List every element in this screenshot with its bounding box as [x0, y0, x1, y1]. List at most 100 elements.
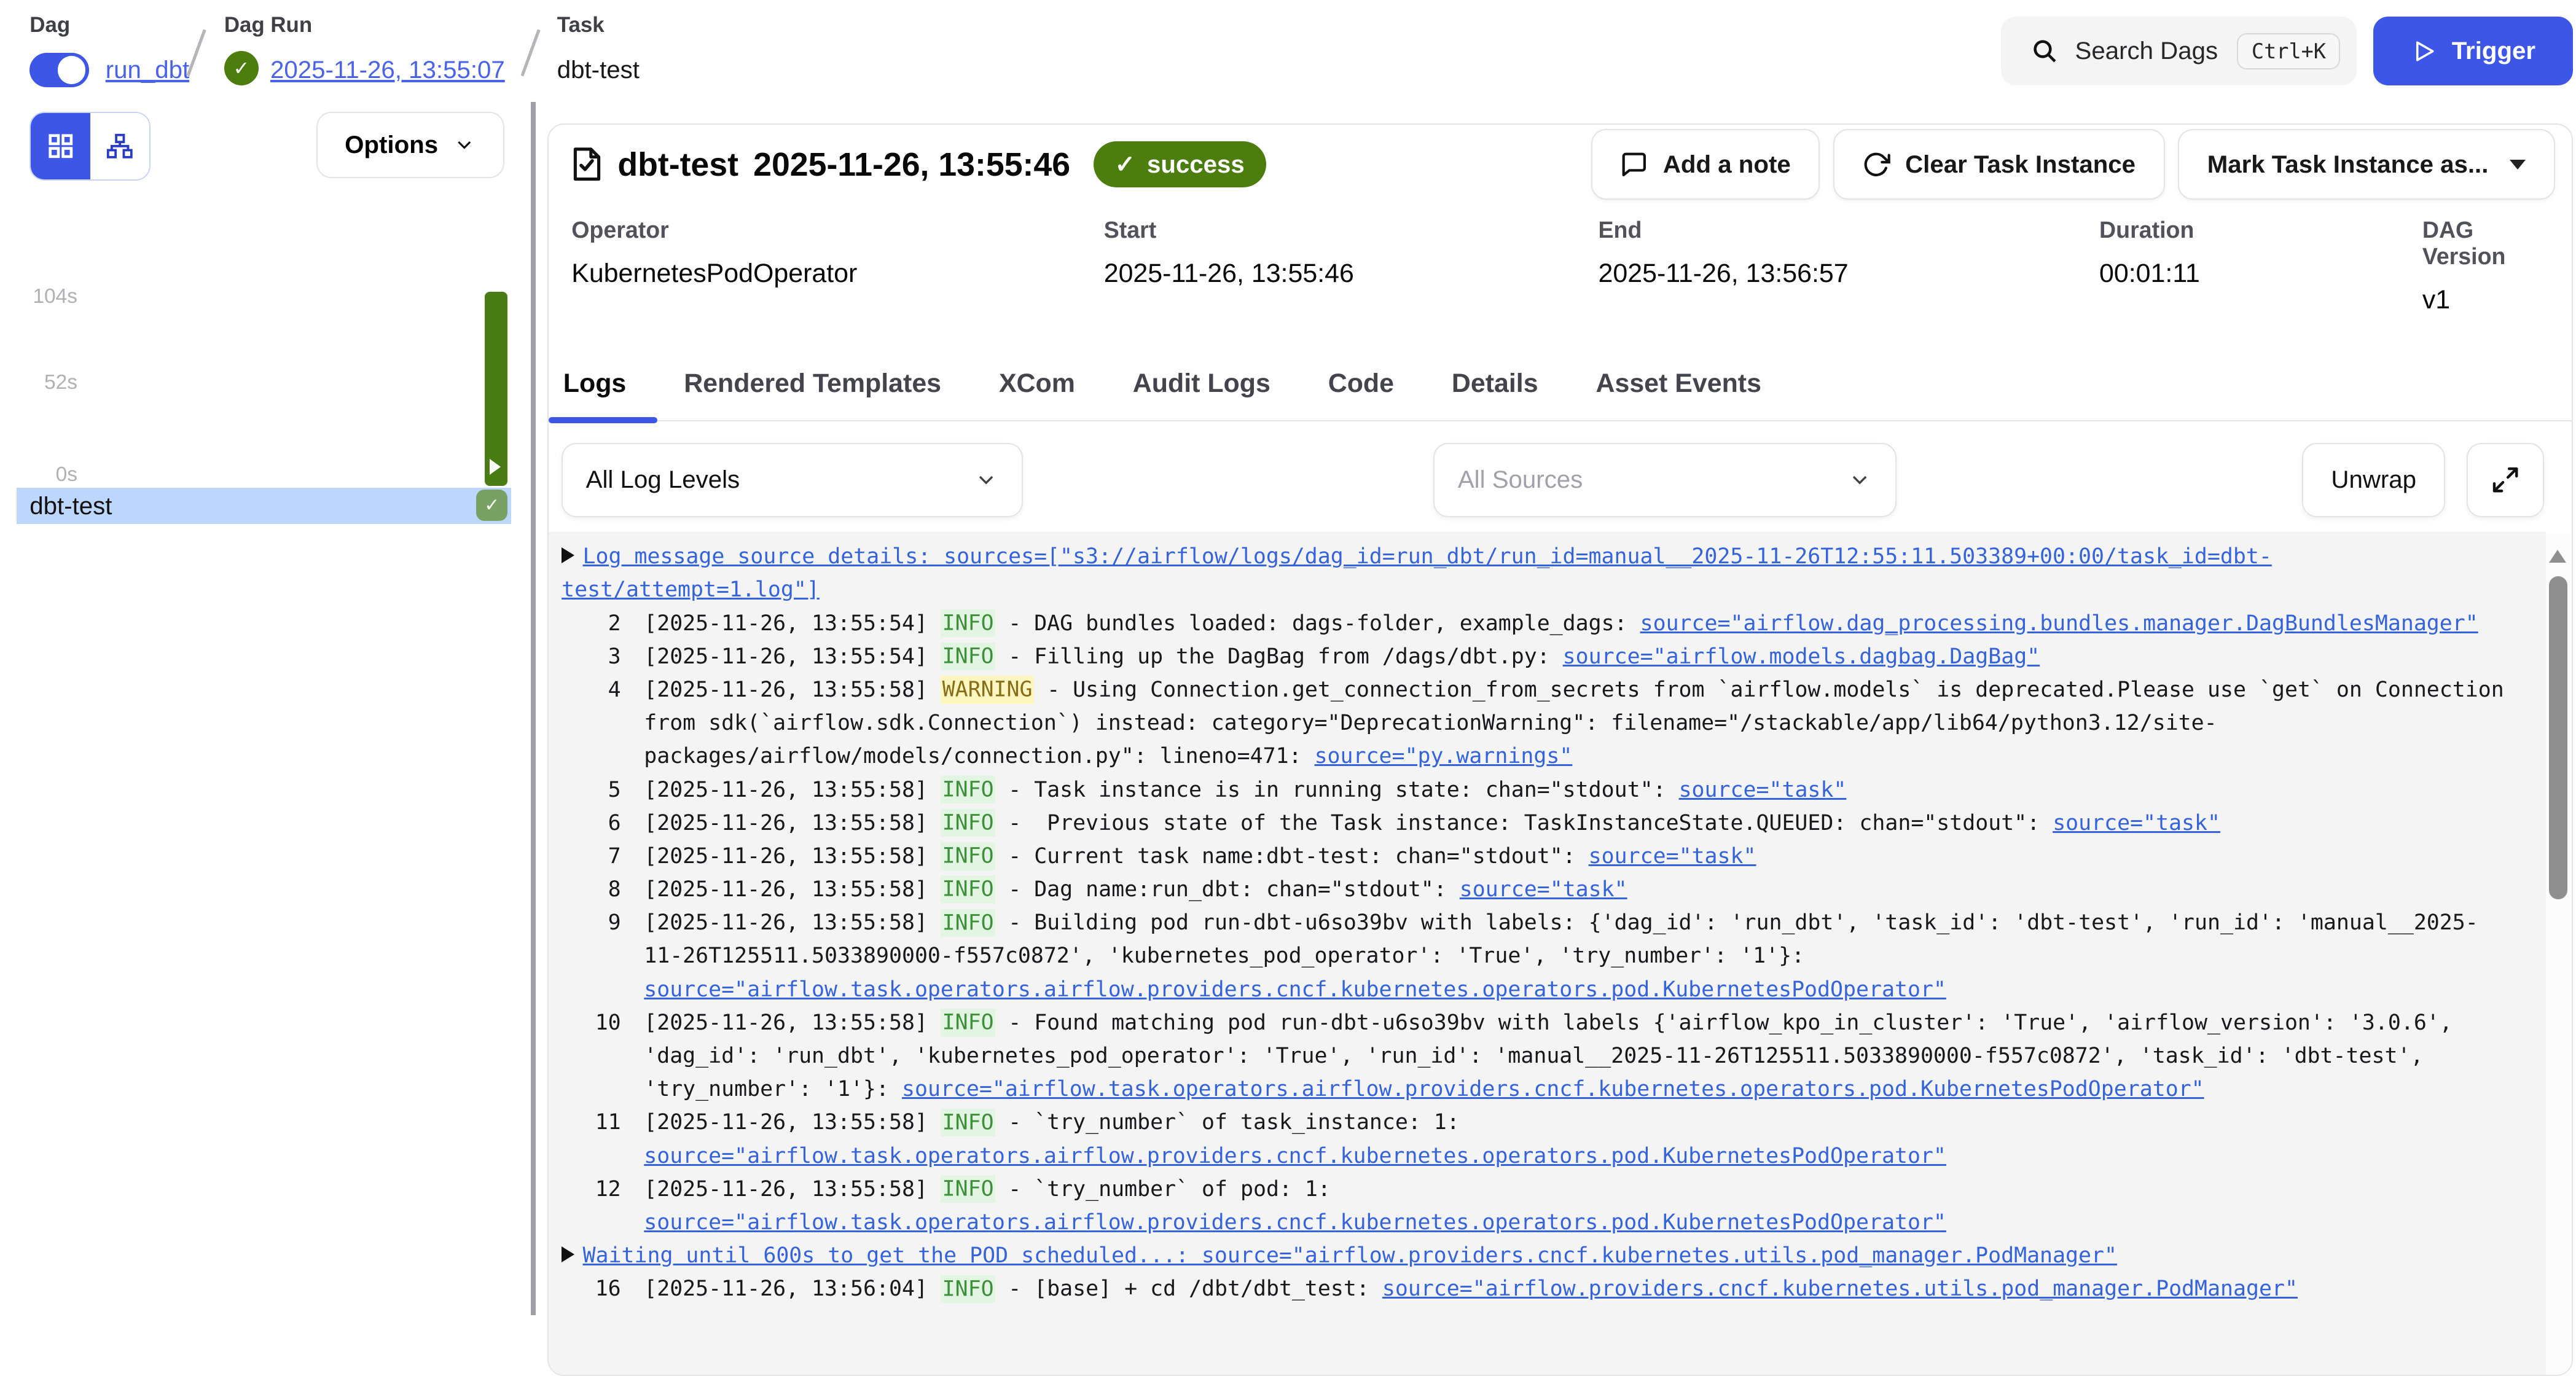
dag-run-crumb-label: Dag Run — [224, 13, 312, 37]
log-line-content: [2025-11-26, 13:55:58] WARNING - Using C… — [644, 673, 2505, 773]
log-lines: Log message source details: sources=["s3… — [562, 540, 2505, 1305]
trigger-button[interactable]: Trigger — [2373, 17, 2573, 86]
log-group-toggle-icon[interactable] — [562, 547, 574, 563]
scroll-up-arrow-icon[interactable] — [2549, 550, 2566, 563]
log-source-link[interactable]: source="task" — [1460, 877, 1627, 902]
meta-value: KubernetesPodOperator — [571, 259, 1104, 289]
dag-pause-toggle[interactable] — [29, 53, 89, 87]
sidebar-task-row[interactable]: dbt-test ✓ — [17, 488, 511, 524]
task-meta-row: OperatorKubernetesPodOperatorStart2025-1… — [571, 217, 2551, 315]
log-source-select[interactable]: All Sources — [1433, 443, 1897, 517]
log-text: [2025-11-26, 13:55:58] — [644, 1177, 941, 1202]
clear-task-instance-button[interactable]: Clear Task Instance — [1833, 129, 2165, 200]
toggle-knob — [58, 56, 86, 84]
log-line-content: [2025-11-26, 13:55:58] INFO - Current ta… — [644, 840, 2505, 873]
log-line: 2[2025-11-26, 13:55:54] INFO - DAG bundl… — [562, 607, 2505, 640]
log-source-link[interactable]: source="task" — [1679, 778, 1847, 802]
play-icon — [2411, 38, 2437, 64]
log-line-number: 6 — [562, 807, 621, 840]
grid-view-button[interactable] — [31, 113, 90, 179]
meta-value: 2025-11-26, 13:55:46 — [1104, 259, 1599, 289]
tab-xcom[interactable]: XCom — [999, 369, 1075, 399]
graph-icon — [106, 132, 134, 160]
log-level-info: INFO — [941, 776, 995, 803]
play-marker-icon — [490, 459, 501, 475]
log-level-info: INFO — [941, 1109, 995, 1136]
log-source-link[interactable]: Waiting until 600s to get the POD schedu… — [583, 1243, 2117, 1268]
log-line-content: [2025-11-26, 13:55:58] INFO - `try_numbe… — [644, 1173, 2505, 1239]
log-level-info: INFO — [941, 643, 995, 670]
log-source-link[interactable]: source="airflow.task.operators.airflow.p… — [644, 1210, 1946, 1235]
log-text: - `try_number` of pod: 1: — [995, 1177, 1344, 1202]
log-text: - Filling up the DagBag from /dags/dbt.p… — [995, 644, 1562, 669]
chevron-down-icon — [1847, 467, 1872, 492]
log-source-link[interactable]: source="py.warnings" — [1315, 744, 1573, 768]
unwrap-button[interactable]: Unwrap — [2302, 443, 2445, 517]
search-shortcut-kbd: Ctrl+K — [2237, 33, 2340, 69]
log-line-number: 7 — [562, 840, 621, 873]
search-dags-button[interactable]: Search Dags Ctrl+K — [2001, 17, 2357, 86]
breadcrumb-separator — [186, 29, 206, 76]
task-duration-bar[interactable] — [485, 292, 508, 487]
log-source-link[interactable]: source="airflow.providers.cncf.kubernete… — [1382, 1276, 2298, 1301]
task-title-row: dbt-test 2025-11-26, 13:55:46 ✓ success … — [571, 125, 2555, 204]
duration-tick: 52s — [44, 371, 77, 394]
log-group-toggle-icon[interactable] — [562, 1246, 574, 1262]
options-button[interactable]: Options — [316, 112, 504, 178]
tab-code[interactable]: Code — [1328, 369, 1394, 399]
mark-task-instance-as-button[interactable]: Mark Task Instance as... — [2178, 129, 2555, 200]
log-level-select[interactable]: All Log Levels — [562, 443, 1023, 517]
status-badge: ✓ success — [1094, 141, 1266, 187]
task-title: dbt-test — [617, 146, 738, 184]
log-text: - Task instance is in running state: cha… — [995, 778, 1678, 802]
tab-audit-logs[interactable]: Audit Logs — [1133, 369, 1270, 399]
log-source-link[interactable]: Log message source details: sources=["s3… — [562, 544, 2272, 602]
options-label: Options — [345, 131, 438, 159]
log-source-link[interactable]: source="task" — [2053, 811, 2220, 835]
log-source-link[interactable]: source="airflow.task.operators.airflow.p… — [902, 1077, 2204, 1101]
meta-value: v1 — [2422, 285, 2552, 315]
log-source-link[interactable]: source="task" — [1589, 844, 1756, 869]
log-source-link[interactable]: source="airflow.task.operators.airflow.p… — [644, 977, 1946, 1002]
log-line-content: [2025-11-26, 13:55:58] INFO - Building p… — [644, 906, 2505, 1006]
log-line-content: [2025-11-26, 13:55:58] INFO - Dag name:r… — [644, 873, 2505, 906]
log-text: [2025-11-26, 13:55:54] — [644, 611, 941, 636]
log-text: - DAG bundles loaded: dags-folder, examp… — [995, 611, 1640, 636]
tab-rendered-templates[interactable]: Rendered Templates — [684, 369, 941, 399]
log-source-link[interactable]: source="airflow.models.dagbag.DagBag" — [1563, 644, 2040, 669]
log-line-content: [2025-11-26, 13:55:54] INFO - DAG bundle… — [644, 607, 2505, 640]
top-bar: Dag run_dbt Dag Run ✓ 2025-11-26, 13:55:… — [0, 0, 2576, 102]
scrollbar-thumb[interactable] — [2549, 576, 2567, 899]
log-line: 7 [2025-11-26, 13:55:58] INFO - Current t… — [562, 840, 2505, 873]
log-source-link[interactable]: source="airflow.dag_processing.bundles.m… — [1640, 611, 2478, 636]
tab-logs[interactable]: Logs — [563, 369, 627, 399]
tab-asset-events[interactable]: Asset Events — [1595, 369, 1761, 399]
dag-run-link[interactable]: 2025-11-26, 13:55:07 — [270, 56, 505, 84]
graph-view-button[interactable] — [90, 113, 150, 179]
log-line: 4[2025-11-26, 13:55:58] WARNING - Using … — [562, 673, 2505, 773]
tab-details[interactable]: Details — [1452, 369, 1538, 399]
add-note-button[interactable]: Add a note — [1591, 129, 1820, 200]
panel-splitter[interactable] — [531, 102, 536, 1315]
log-level-info: INFO — [941, 1009, 995, 1036]
fullscreen-button[interactable] — [2467, 443, 2544, 517]
log-viewer: Log message source details: sources=["s3… — [549, 532, 2571, 1376]
log-group-line: Waiting until 600s to get the POD schedu… — [562, 1239, 2505, 1272]
log-text: [2025-11-26, 13:55:58] — [644, 778, 941, 802]
check-icon: ✓ — [1114, 150, 1135, 179]
dag-run-success-icon: ✓ — [224, 51, 259, 85]
log-line-number: 10 — [562, 1006, 621, 1106]
trigger-label: Trigger — [2452, 37, 2535, 65]
status-label: success — [1147, 150, 1245, 179]
dag-link[interactable]: run_dbt — [106, 56, 189, 84]
log-source-link[interactable]: source="airflow.task.operators.airflow.p… — [644, 1144, 1946, 1168]
meta-label: DAG Version — [2422, 217, 2552, 270]
log-line: 6[2025-11-26, 13:55:58] INFO - Previous … — [562, 807, 2505, 840]
task-crumb-label: Task — [557, 13, 605, 37]
log-text: [2025-11-26, 13:55:58] — [644, 811, 941, 835]
log-scrollbar[interactable] — [2546, 532, 2570, 1376]
log-line-number: 5 — [562, 773, 621, 807]
meta-label: Start — [1104, 217, 1599, 243]
add-note-label: Add a note — [1663, 150, 1791, 179]
note-bubble-icon — [1620, 150, 1648, 179]
